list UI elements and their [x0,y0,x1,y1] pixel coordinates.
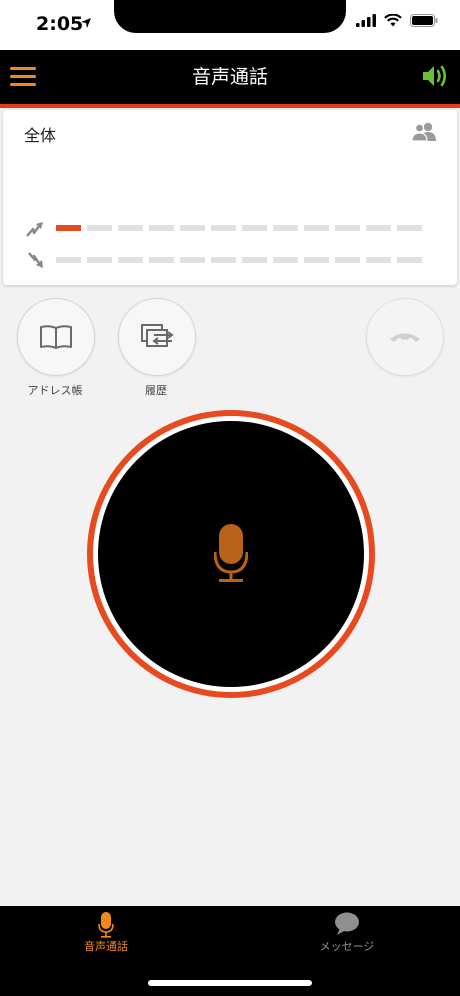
app-header: 音声通話 [0,50,460,104]
history-label: 履歴 [145,384,167,397]
location-arrow-icon [81,18,91,28]
uplink-level-segment [397,225,422,231]
uplink-level-segment [242,225,267,231]
group-icon[interactable] [411,122,437,142]
tab-voice-call[interactable]: 音声通話 [0,906,230,966]
uplink-level-segment [56,225,81,231]
uplink-level-segment [211,225,236,231]
address-book-label: アドレス帳 [27,384,83,397]
uplink-level-segment [366,225,391,231]
hangup-icon [390,333,420,342]
downlink-level-segment [242,257,267,263]
tab-label: 音声通話 [84,940,128,953]
microphone-icon [98,912,114,938]
group-card[interactable]: 全体 [3,110,457,285]
downlink-level-segment [366,257,391,263]
status-bar: 2:05 [0,0,460,50]
downlink-level-segment [56,257,81,263]
push-to-talk-button[interactable] [87,410,375,698]
history-icon [141,324,174,347]
downlink-level-segment [335,257,360,263]
tab-label: メッセージ [319,940,375,953]
uplink-level-segment [273,225,298,231]
home-indicator [148,980,312,986]
wifi-icon [384,14,402,27]
downlink-level-segment [211,257,236,263]
uplink-level-segment [335,225,360,231]
ptt-ring [93,416,369,692]
chat-bubble-icon [335,912,359,935]
status-icons [356,14,438,27]
downlink-level-segment [180,257,205,263]
uplink-level-segment [304,225,329,231]
battery-icon [410,14,438,27]
uplink-icon [26,222,43,237]
downlink-level-segment [149,257,174,263]
downlink-level-segment [87,257,112,263]
uplink-level-segment [87,225,112,231]
page-title: 音声通話 [191,66,268,88]
address-book-button[interactable] [17,298,95,376]
downlink-level-segment [397,257,422,263]
notch [114,0,346,33]
speaker-icon[interactable] [420,61,450,91]
uplink-level-segment [180,225,205,231]
microphone-icon [214,524,248,582]
status-time: 2:05 [36,13,84,35]
downlink-icon [28,252,43,268]
downlink-level-segment [118,257,143,263]
downlink-level-segment [273,257,298,263]
signal-icon [356,14,376,27]
downlink-level-segment [304,257,329,263]
header-accent-line [0,104,460,108]
book-icon [40,325,72,349]
group-name: 全体 [24,126,57,145]
history-button[interactable] [118,298,196,376]
uplink-level-segment [149,225,174,231]
uplink-level-segment [118,225,143,231]
hangup-button[interactable] [366,298,444,376]
ptt-core [98,421,364,687]
tab-messages[interactable]: メッセージ [230,906,460,966]
